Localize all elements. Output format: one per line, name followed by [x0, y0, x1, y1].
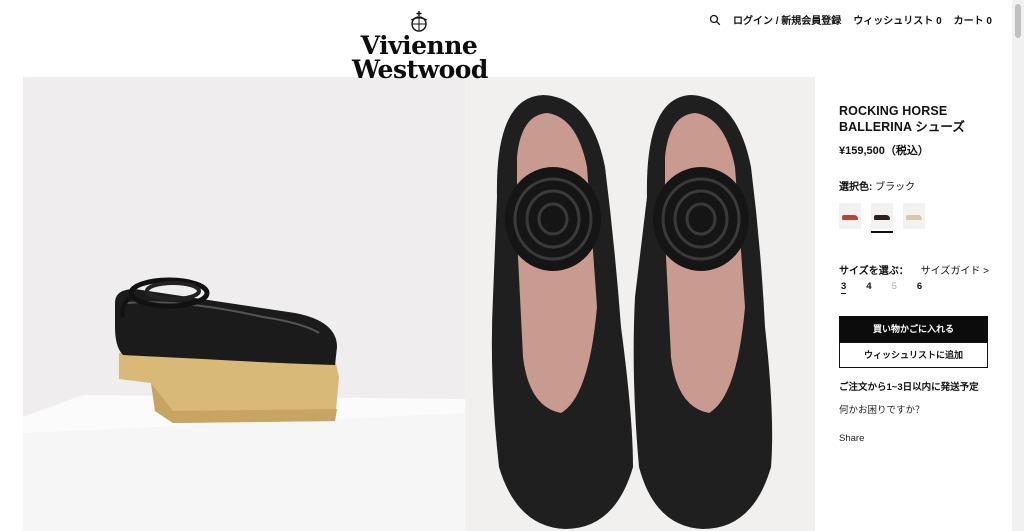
color-label: 選択色: — [839, 182, 873, 193]
color-swatch-beige[interactable] — [903, 203, 925, 229]
size-options: 3 4 5 6 — [839, 281, 989, 294]
size-option[interactable]: 3 — [841, 281, 847, 294]
add-to-wishlist-button[interactable]: ウィッシュリストに追加 — [839, 342, 988, 368]
brand-line-2: Westwood — [352, 55, 488, 84]
color-swatch-red[interactable] — [839, 203, 861, 229]
share-link[interactable]: Share — [839, 433, 989, 444]
login-link[interactable]: ログイン / 新規会員登録 — [733, 12, 841, 27]
help-link[interactable]: 何かお困りですか？ — [839, 402, 989, 416]
top-navigation: ログイン / 新規会員登録 ウィッシュリスト 0 カート 0 — [709, 12, 992, 27]
brand-wordmark: Vivienne Westwood — [352, 33, 488, 84]
product-image-top[interactable] — [465, 77, 815, 531]
top-view-shoes-illustration — [491, 95, 773, 529]
wishlist-link[interactable]: ウィッシュリスト 0 — [853, 12, 941, 27]
scrollbar-thumb[interactable] — [1015, 4, 1021, 38]
size-option-unavailable[interactable]: 5 — [892, 281, 897, 294]
brand-logo[interactable]: Vivienne Westwood — [352, 10, 488, 92]
page-scrollbar[interactable] — [1012, 0, 1024, 531]
size-option[interactable]: 4 — [866, 281, 871, 294]
product-price: ¥159,500（税込） — [839, 145, 929, 157]
size-header: サイズを選ぶ： サイズガイド > — [839, 262, 989, 277]
product-title: ROCKING HORSE BALLERINA シューズ — [839, 104, 966, 134]
size-guide-link[interactable]: サイズガイド > — [921, 262, 989, 277]
product-image-side[interactable] — [23, 77, 465, 531]
cart-link[interactable]: カート 0 — [954, 12, 992, 27]
size-option[interactable]: 6 — [917, 281, 922, 294]
color-swatches — [839, 203, 989, 233]
selected-color: 選択色: ブラック — [839, 178, 989, 193]
shipping-note: ご注文から1~3日以内に発送予定 — [839, 382, 979, 393]
add-to-cart-button[interactable]: 買い物かごに入れる — [839, 316, 988, 342]
search-icon[interactable] — [709, 14, 721, 26]
side-view-shoe-illustration — [23, 277, 465, 531]
color-value: ブラック — [875, 182, 916, 193]
size-label: サイズを選ぶ： — [839, 266, 909, 277]
color-swatch-black[interactable] — [871, 203, 893, 233]
product-detail-panel: ROCKING HORSE BALLERINA シューズ ¥159,500（税込… — [839, 103, 989, 444]
